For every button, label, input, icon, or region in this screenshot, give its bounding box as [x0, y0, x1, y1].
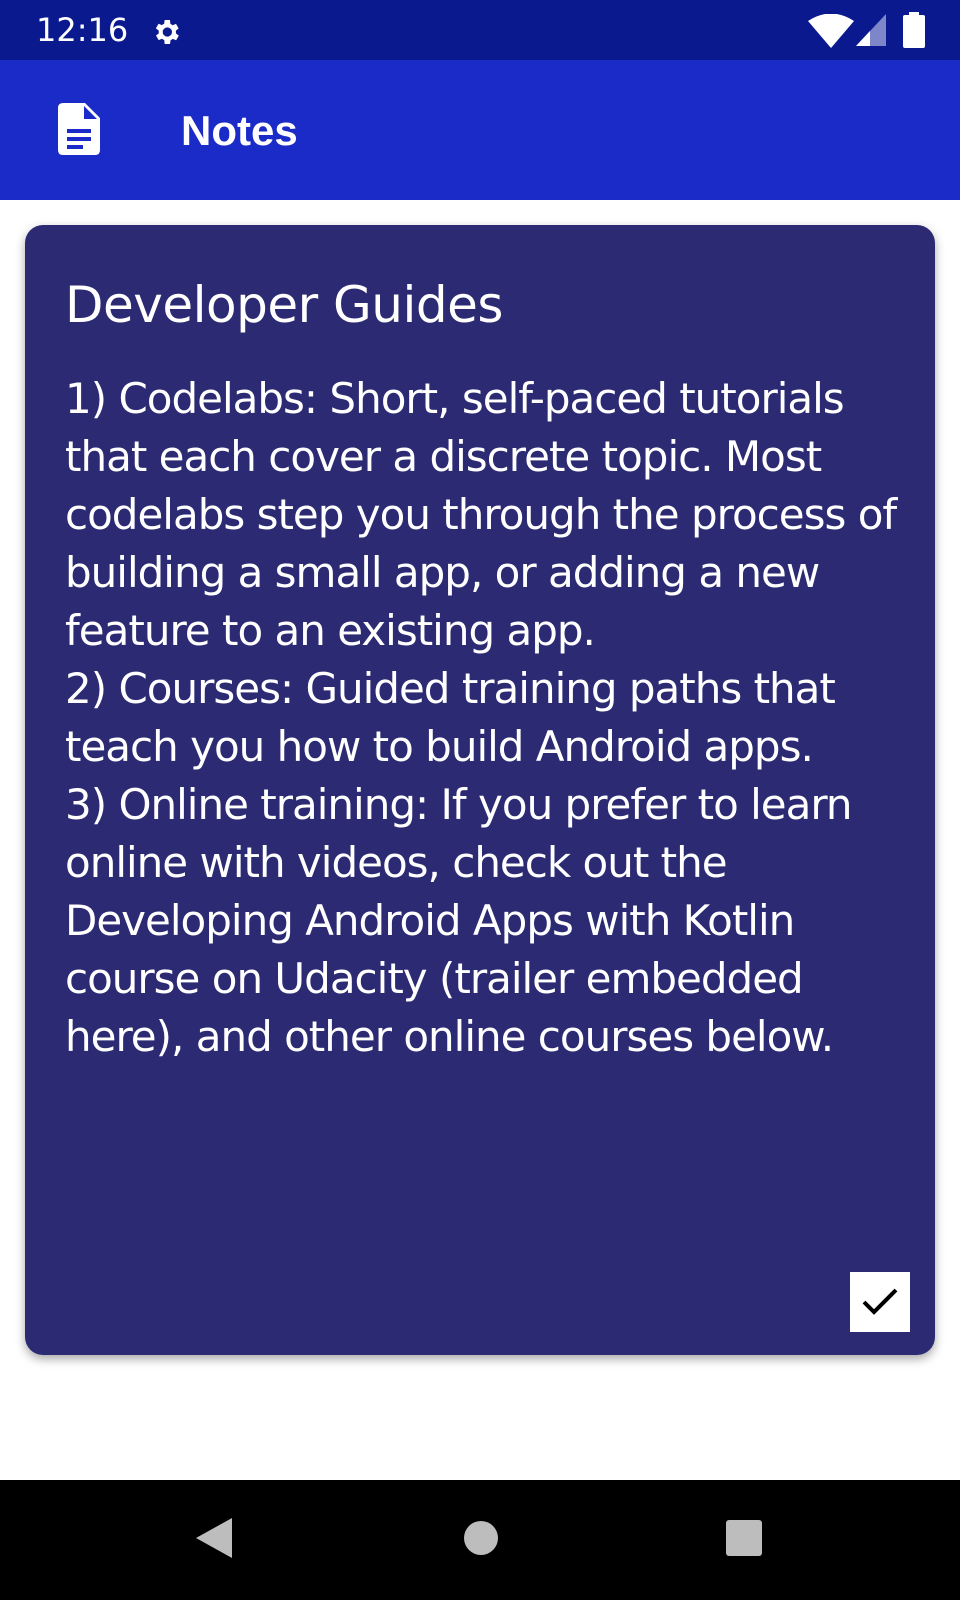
- note-card[interactable]: Developer Guides 1) Codelabs: Short, sel…: [25, 225, 935, 1355]
- cell-signal-icon: [856, 14, 886, 46]
- navigation-bar: [0, 1480, 960, 1600]
- app-bar: Notes: [0, 60, 960, 200]
- status-time: 12:16: [36, 11, 129, 49]
- wifi-icon: [808, 14, 854, 48]
- recents-icon[interactable]: [726, 1520, 762, 1556]
- checkmark-icon: [862, 1288, 898, 1315]
- note-done-checkbox[interactable]: [850, 1272, 910, 1332]
- note-body: 1) Codelabs: Short, self-paced tutorials…: [65, 374, 897, 1061]
- battery-icon: [903, 12, 925, 48]
- app-title: Notes: [181, 107, 298, 154]
- home-icon[interactable]: [463, 1520, 499, 1556]
- document-icon: [58, 103, 100, 155]
- note-title: Developer Guides: [65, 276, 503, 334]
- gear-icon: [155, 20, 179, 44]
- status-bar: 12:16: [0, 0, 960, 60]
- back-icon[interactable]: [196, 1518, 232, 1558]
